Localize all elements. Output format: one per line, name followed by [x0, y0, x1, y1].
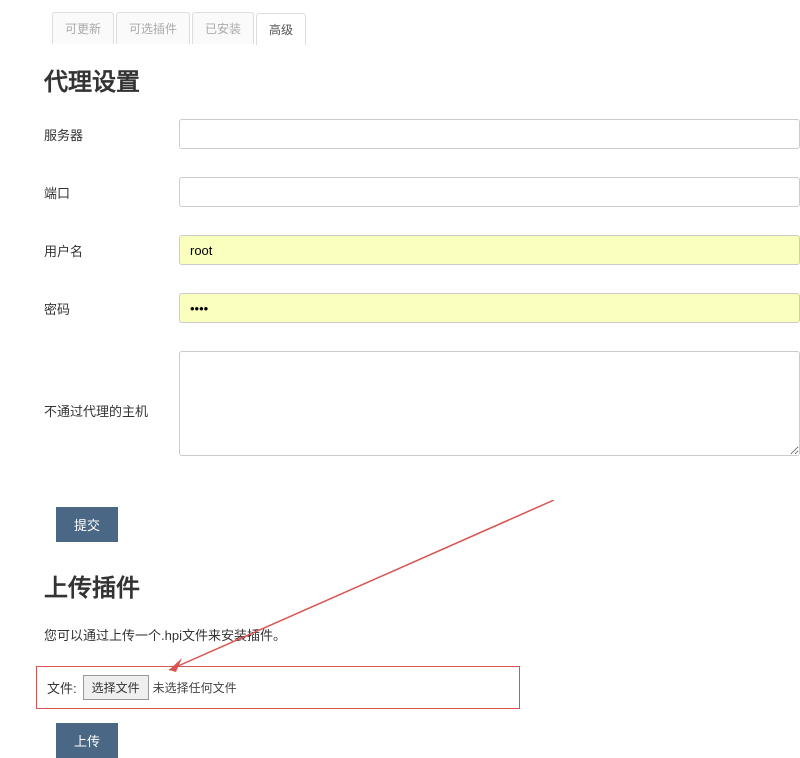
password-label: 密码 — [44, 299, 179, 318]
port-label: 端口 — [44, 183, 179, 202]
tab-installed[interactable]: 已安装 — [192, 12, 254, 44]
choose-file-button[interactable]: 选择文件 — [83, 675, 149, 700]
upload-description: 您可以通过上传一个.hpi文件来安装插件。 — [44, 625, 800, 644]
proxy-settings-heading: 代理设置 — [44, 62, 800, 97]
tab-updates[interactable]: 可更新 — [52, 12, 114, 44]
file-upload-row: 文件: 选择文件 未选择任何文件 — [36, 666, 520, 709]
tab-available[interactable]: 可选插件 — [116, 12, 190, 44]
file-status-text: 未选择任何文件 — [153, 679, 237, 696]
tab-advanced[interactable]: 高级 — [256, 13, 306, 45]
tabs-bar: 可更新 可选插件 已安装 高级 — [0, 0, 800, 44]
username-input[interactable] — [179, 235, 800, 265]
server-input[interactable] — [179, 119, 800, 149]
port-input[interactable] — [179, 177, 800, 207]
server-label: 服务器 — [44, 125, 179, 144]
noproxy-textarea[interactable] — [179, 351, 800, 456]
noproxy-label: 不通过代理的主机 — [44, 351, 179, 420]
file-label: 文件: — [47, 678, 77, 697]
password-input[interactable] — [179, 293, 800, 323]
username-label: 用户名 — [44, 241, 179, 260]
submit-button[interactable]: 提交 — [56, 507, 118, 542]
upload-plugin-heading: 上传插件 — [44, 568, 800, 603]
upload-button[interactable]: 上传 — [56, 723, 118, 758]
